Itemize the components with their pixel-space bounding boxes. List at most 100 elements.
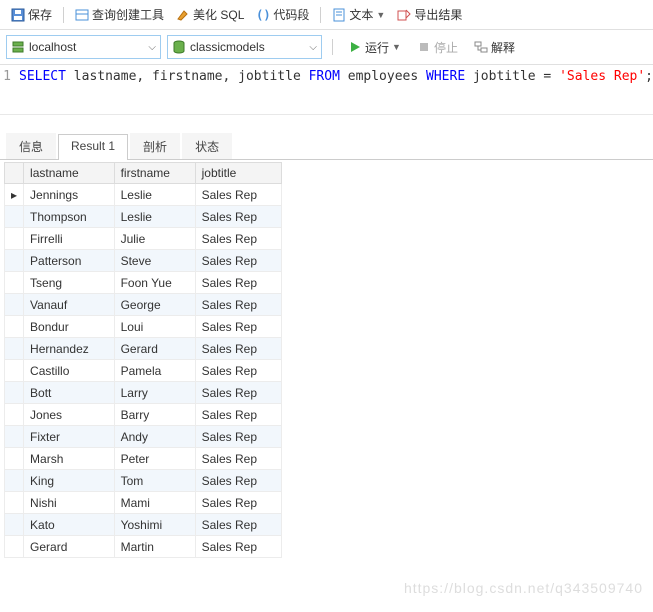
cell-lastname[interactable]: King: [24, 470, 115, 492]
cell-lastname[interactable]: Tseng: [24, 272, 115, 294]
table-row[interactable]: TsengFoon YueSales Rep: [5, 272, 282, 294]
cell-firstname[interactable]: Peter: [114, 448, 195, 470]
cell-firstname[interactable]: Yoshimi: [114, 514, 195, 536]
cell-firstname[interactable]: Leslie: [114, 184, 195, 206]
chevron-down-icon: ⌵: [148, 42, 156, 53]
cell-jobtitle[interactable]: Sales Rep: [195, 250, 281, 272]
tab-profile[interactable]: 剖析: [130, 133, 180, 159]
stop-button[interactable]: 停止: [412, 37, 463, 58]
cell-jobtitle[interactable]: Sales Rep: [195, 448, 281, 470]
tab-result[interactable]: Result 1: [58, 134, 128, 160]
table-row[interactable]: KatoYoshimiSales Rep: [5, 514, 282, 536]
row-indicator: [5, 404, 24, 426]
query-tool-label: 查询创建工具: [92, 6, 164, 23]
cell-lastname[interactable]: Thompson: [24, 206, 115, 228]
db-label: classicmodels: [186, 40, 309, 54]
row-indicator: [5, 272, 24, 294]
table-row[interactable]: KingTomSales Rep: [5, 470, 282, 492]
cell-firstname[interactable]: Pamela: [114, 360, 195, 382]
host-label: localhost: [25, 40, 148, 54]
host-combo[interactable]: localhost ⌵: [6, 35, 161, 59]
cell-firstname[interactable]: Steve: [114, 250, 195, 272]
table-row[interactable]: ▸JenningsLeslieSales Rep: [5, 184, 282, 206]
separator: [332, 39, 333, 55]
text-button[interactable]: 文本 ▼: [327, 4, 390, 25]
cell-lastname[interactable]: Jennings: [24, 184, 115, 206]
cell-lastname[interactable]: Hernandez: [24, 338, 115, 360]
cell-jobtitle[interactable]: Sales Rep: [195, 536, 281, 558]
table-row[interactable]: PattersonSteveSales Rep: [5, 250, 282, 272]
export-button[interactable]: 导出结果: [392, 4, 467, 25]
cell-firstname[interactable]: Larry: [114, 382, 195, 404]
table-row[interactable]: BottLarrySales Rep: [5, 382, 282, 404]
table-row[interactable]: HernandezGerardSales Rep: [5, 338, 282, 360]
table-row[interactable]: JonesBarrySales Rep: [5, 404, 282, 426]
cell-jobtitle[interactable]: Sales Rep: [195, 338, 281, 360]
cell-lastname[interactable]: Vanauf: [24, 294, 115, 316]
cell-jobtitle[interactable]: Sales Rep: [195, 382, 281, 404]
table-row[interactable]: ThompsonLeslieSales Rep: [5, 206, 282, 228]
cell-lastname[interactable]: Bott: [24, 382, 115, 404]
cell-lastname[interactable]: Patterson: [24, 250, 115, 272]
cell-jobtitle[interactable]: Sales Rep: [195, 492, 281, 514]
cell-firstname[interactable]: Barry: [114, 404, 195, 426]
result-grid[interactable]: lastname firstname jobtitle ▸JenningsLes…: [4, 162, 282, 558]
cell-jobtitle[interactable]: Sales Rep: [195, 316, 281, 338]
col-lastname[interactable]: lastname: [24, 163, 115, 184]
col-jobtitle[interactable]: jobtitle: [195, 163, 281, 184]
cell-firstname[interactable]: Loui: [114, 316, 195, 338]
run-label: 运行: [365, 39, 389, 56]
cell-lastname[interactable]: Castillo: [24, 360, 115, 382]
watermark: https://blog.csdn.net/q343509740: [404, 580, 643, 596]
cell-lastname[interactable]: Jones: [24, 404, 115, 426]
beautify-button[interactable]: 美化 SQL: [171, 4, 249, 25]
cell-lastname[interactable]: Nishi: [24, 492, 115, 514]
cell-firstname[interactable]: Tom: [114, 470, 195, 492]
line-number: 1: [0, 69, 19, 110]
cell-jobtitle[interactable]: Sales Rep: [195, 404, 281, 426]
table-row[interactable]: NishiMamiSales Rep: [5, 492, 282, 514]
cell-firstname[interactable]: Andy: [114, 426, 195, 448]
tab-info[interactable]: 信息: [6, 133, 56, 159]
cell-jobtitle[interactable]: Sales Rep: [195, 228, 281, 250]
result-tabs: 信息 Result 1 剖析 状态: [0, 133, 653, 160]
row-indicator: [5, 250, 24, 272]
cell-firstname[interactable]: Gerard: [114, 338, 195, 360]
cell-firstname[interactable]: Julie: [114, 228, 195, 250]
cell-firstname[interactable]: Martin: [114, 536, 195, 558]
cell-jobtitle[interactable]: Sales Rep: [195, 360, 281, 382]
table-row[interactable]: GerardMartinSales Rep: [5, 536, 282, 558]
cell-lastname[interactable]: Gerard: [24, 536, 115, 558]
cell-jobtitle[interactable]: Sales Rep: [195, 184, 281, 206]
cell-firstname[interactable]: George: [114, 294, 195, 316]
cell-firstname[interactable]: Leslie: [114, 206, 195, 228]
cell-jobtitle[interactable]: Sales Rep: [195, 206, 281, 228]
table-row[interactable]: MarshPeterSales Rep: [5, 448, 282, 470]
explain-button[interactable]: 解释: [469, 37, 520, 58]
cell-jobtitle[interactable]: Sales Rep: [195, 272, 281, 294]
col-firstname[interactable]: firstname: [114, 163, 195, 184]
cell-jobtitle[interactable]: Sales Rep: [195, 294, 281, 316]
sql-editor[interactable]: 1 SELECT lastname, firstname, jobtitle F…: [0, 65, 653, 115]
run-button[interactable]: 运行 ▼: [343, 37, 406, 58]
cell-lastname[interactable]: Firrelli: [24, 228, 115, 250]
table-row[interactable]: FixterAndySales Rep: [5, 426, 282, 448]
save-button[interactable]: 保存: [6, 4, 57, 25]
codeseg-button[interactable]: () 代码段: [251, 4, 314, 25]
cell-lastname[interactable]: Fixter: [24, 426, 115, 448]
db-combo[interactable]: classicmodels ⌵: [167, 35, 322, 59]
cell-lastname[interactable]: Marsh: [24, 448, 115, 470]
cell-jobtitle[interactable]: Sales Rep: [195, 426, 281, 448]
cell-jobtitle[interactable]: Sales Rep: [195, 514, 281, 536]
query-tool-button[interactable]: 查询创建工具: [70, 4, 169, 25]
cell-firstname[interactable]: Mami: [114, 492, 195, 514]
tab-status[interactable]: 状态: [182, 133, 232, 159]
table-row[interactable]: VanaufGeorgeSales Rep: [5, 294, 282, 316]
table-row[interactable]: FirrelliJulieSales Rep: [5, 228, 282, 250]
table-row[interactable]: CastilloPamelaSales Rep: [5, 360, 282, 382]
cell-lastname[interactable]: Bondur: [24, 316, 115, 338]
cell-jobtitle[interactable]: Sales Rep: [195, 470, 281, 492]
cell-lastname[interactable]: Kato: [24, 514, 115, 536]
cell-firstname[interactable]: Foon Yue: [114, 272, 195, 294]
table-row[interactable]: BondurLouiSales Rep: [5, 316, 282, 338]
